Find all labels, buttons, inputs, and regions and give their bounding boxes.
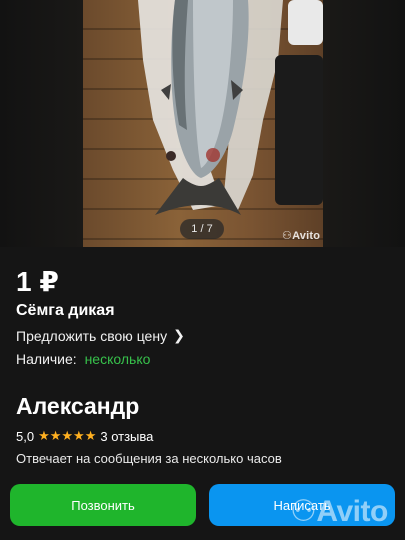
star-rating-icon: ★★★★★ xyxy=(38,428,97,443)
seller-name[interactable]: Александр xyxy=(16,393,139,420)
photo-backdrop-right xyxy=(323,0,405,247)
chevron-right-icon: ❯ xyxy=(173,327,185,343)
listing-title: Сёмга дикая xyxy=(16,302,115,319)
offer-price-link[interactable]: Предложить свою цену ❯ xyxy=(16,327,185,344)
photo-counter: 1 / 7 xyxy=(180,219,224,239)
response-time: Отвечает на сообщения за несколько часов xyxy=(16,451,282,466)
seller-rating[interactable]: 5,0 ★★★★★ 3 отзыва xyxy=(16,428,153,444)
availability: Наличие: несколько xyxy=(16,351,150,367)
call-button[interactable]: Позвонить xyxy=(10,484,196,526)
offer-price-label: Предложить свою цену xyxy=(16,327,168,344)
listing-photo[interactable]: 1 / 7 ⚇Avito xyxy=(0,0,405,247)
listing-price: 1 ₽ xyxy=(16,266,59,297)
salmon-image xyxy=(138,0,323,215)
photo-backdrop-left xyxy=(0,0,83,247)
reviews-count: 3 отзыва xyxy=(100,428,154,444)
avito-watermark: ⚇Avito xyxy=(282,230,321,242)
rating-value: 5,0 xyxy=(16,428,35,444)
avito-logo-watermark: ⚇Avito xyxy=(290,495,388,528)
call-button-label: Позвонить xyxy=(71,497,135,513)
availability-value: несколько xyxy=(84,351,151,367)
availability-label: Наличие: xyxy=(16,351,77,367)
